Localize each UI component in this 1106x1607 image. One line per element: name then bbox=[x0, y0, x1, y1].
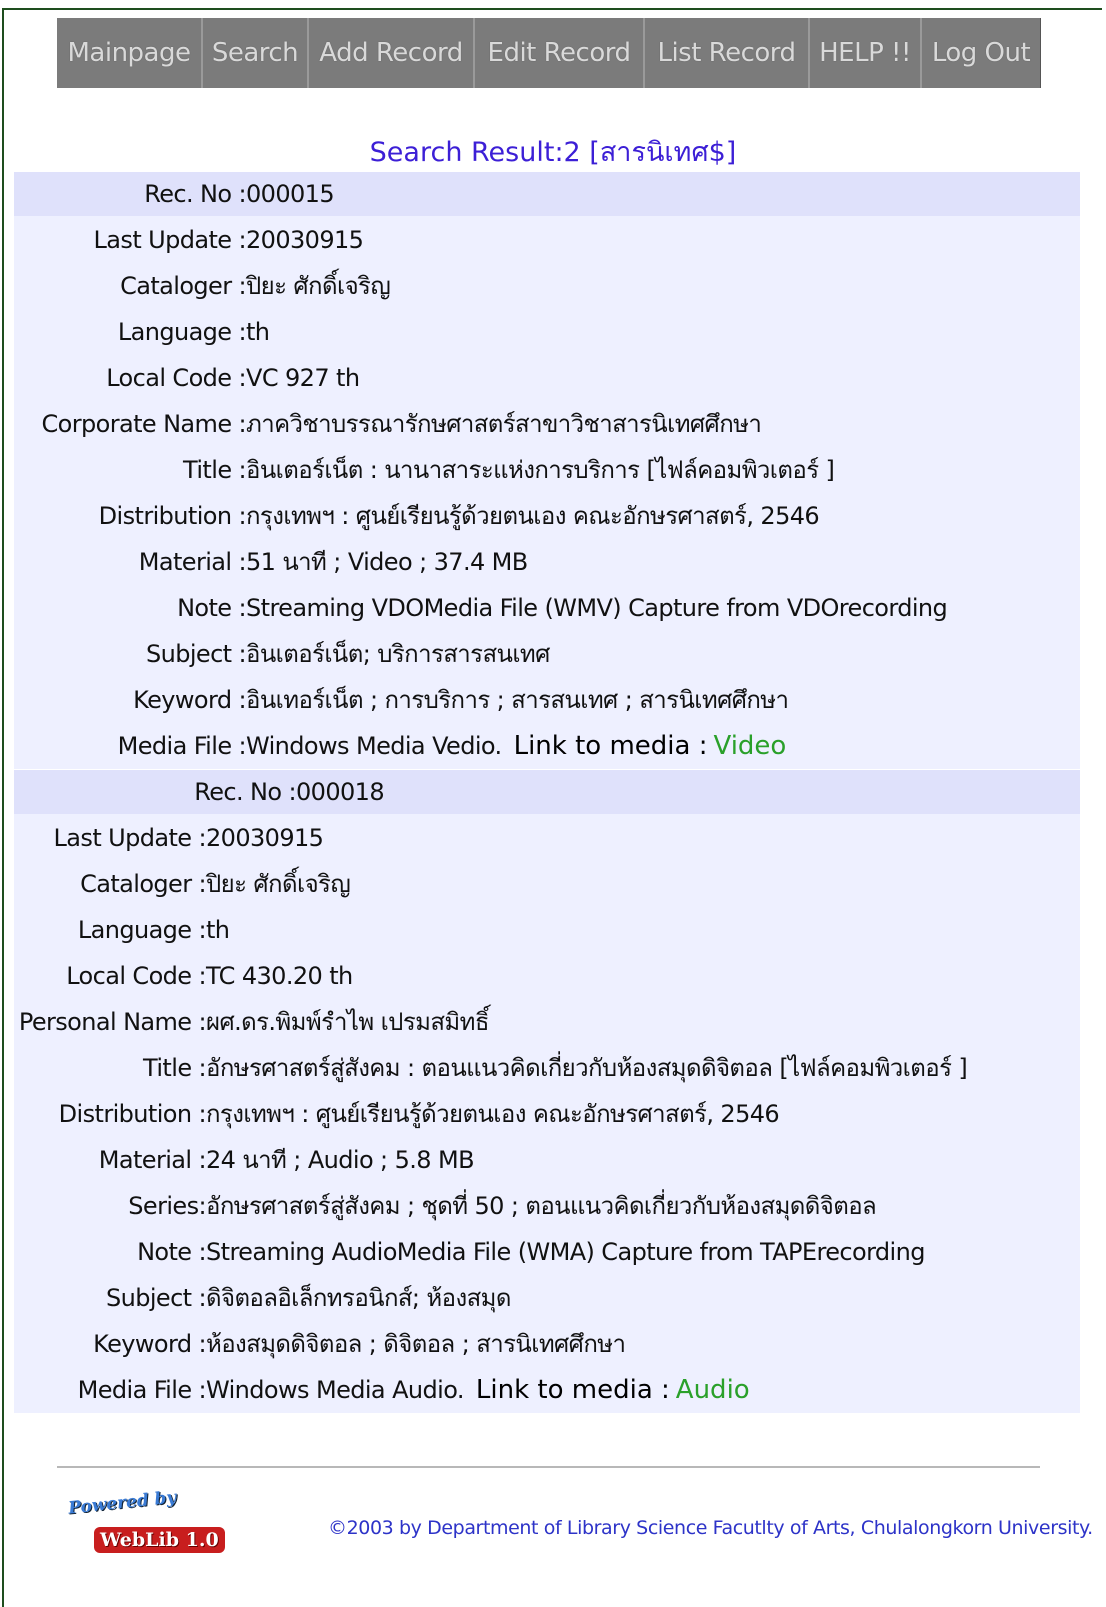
nav-list-record[interactable]: List Record bbox=[645, 18, 810, 88]
nav-help[interactable]: HELP !! bbox=[810, 18, 922, 88]
nav-mainpage[interactable]: Mainpage bbox=[57, 18, 203, 88]
record-item: Rec. No :000018 Last Update :20030915 Ca… bbox=[14, 770, 1080, 1413]
nav-search[interactable]: Search bbox=[203, 18, 309, 88]
weblib-logo: Powered by WebLib 1.0 bbox=[66, 1487, 226, 1563]
record-item: Rec. No :000015 Last Update :20030915 Ca… bbox=[14, 172, 1080, 769]
main-navigation: Mainpage Search Add Record Edit Record L… bbox=[57, 18, 1041, 88]
powered-by-text: Powered by bbox=[67, 1487, 178, 1519]
media-link-video[interactable]: Video bbox=[713, 731, 786, 761]
footer-divider bbox=[57, 1466, 1040, 1468]
weblib-badge: WebLib 1.0 bbox=[94, 1527, 225, 1553]
search-result-title: Search Result:2 [สารนิเทศ$] bbox=[369, 137, 737, 168]
nav-edit-record[interactable]: Edit Record bbox=[475, 18, 645, 88]
copyright-text: ©2003 by Department of Library Science F… bbox=[328, 1517, 1093, 1539]
nav-log-out[interactable]: Log Out bbox=[922, 18, 1040, 88]
nav-add-record[interactable]: Add Record bbox=[309, 18, 475, 88]
media-link-audio[interactable]: Audio bbox=[676, 1375, 750, 1405]
